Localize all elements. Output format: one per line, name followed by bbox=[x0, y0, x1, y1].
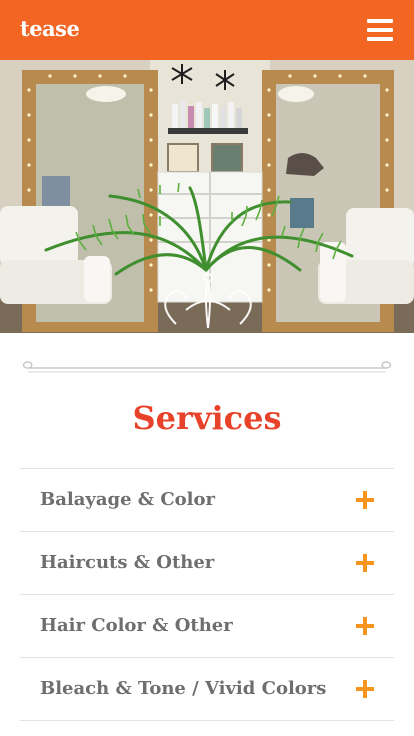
top-nav-bar: tease bbox=[0, 0, 414, 60]
hamburger-icon[interactable] bbox=[364, 16, 396, 44]
plus-icon[interactable] bbox=[356, 491, 374, 509]
ornamental-divider bbox=[20, 360, 394, 376]
plus-icon[interactable] bbox=[356, 554, 374, 572]
service-item-label: Balayage & Color bbox=[40, 489, 215, 510]
service-item-hair-color-other[interactable]: Hair Color & Other bbox=[20, 595, 394, 658]
hero-salon-image bbox=[0, 60, 414, 333]
service-item-haircuts-other[interactable]: Haircuts & Other bbox=[20, 532, 394, 595]
service-item-label: Haircuts & Other bbox=[40, 552, 215, 573]
service-item-balayage-color[interactable]: Balayage & Color bbox=[20, 469, 394, 532]
service-item-label: Bleach & Tone / Vivid Colors bbox=[40, 678, 327, 699]
plus-icon[interactable] bbox=[356, 617, 374, 635]
plus-icon[interactable] bbox=[356, 680, 374, 698]
service-item-bleach-tone-vivid[interactable]: Bleach & Tone / Vivid Colors bbox=[20, 658, 394, 721]
services-heading: Services bbox=[132, 399, 282, 437]
site-logo[interactable]: tease bbox=[20, 15, 80, 43]
services-accordion: Balayage & Color Haircuts & Other Hair C… bbox=[20, 468, 394, 721]
service-item-label: Hair Color & Other bbox=[40, 615, 233, 636]
